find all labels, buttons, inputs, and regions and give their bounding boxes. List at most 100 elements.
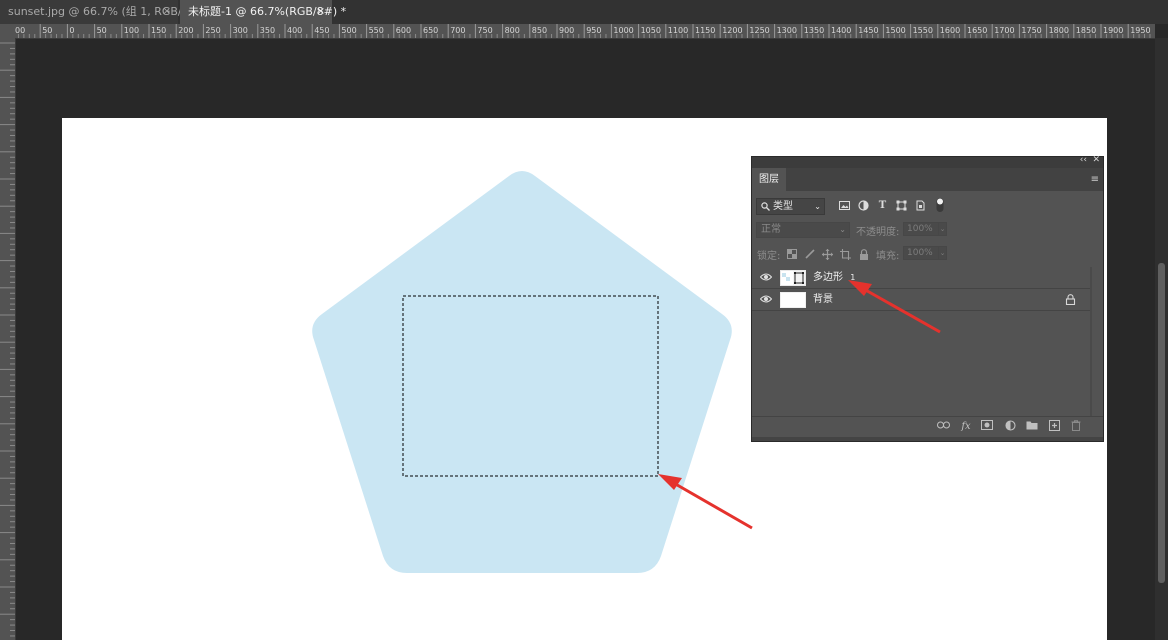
- tab-untitled-close-icon[interactable]: ×: [317, 0, 325, 24]
- ruler-tick-label: 1900: [1103, 26, 1123, 35]
- ruler-tick-label: 1150: [695, 26, 715, 35]
- layers-panel: ‹‹ ✕ 图层 ≡ 类型 ⌄ T 正常 ⌄ 不透明度: 100% ⌄ 锁定: 填…: [751, 155, 1104, 442]
- link-icon[interactable]: [936, 420, 950, 433]
- lock-position-icon[interactable]: [822, 249, 833, 260]
- opacity-dropdown-icon[interactable]: ⌄: [938, 222, 947, 236]
- layer-thumbnail-shape: [780, 270, 806, 286]
- ruler-tick-label: 1000: [613, 26, 633, 35]
- ruler-tick-label: 1050: [641, 26, 661, 35]
- lock-transparent-pixels-icon[interactable]: [786, 249, 797, 260]
- panel-titlebar[interactable]: ‹‹ ✕: [752, 155, 1103, 168]
- lock-all-icon[interactable]: [858, 249, 869, 260]
- document-tab-bar: sunset.jpg @ 66.7% (组 1, RGB/8) * × 未标题-…: [0, 0, 1168, 24]
- fx-icon[interactable]: fx: [959, 420, 973, 433]
- tab-sunset-close-icon[interactable]: ×: [163, 0, 171, 24]
- ruler-tick-label: 1300: [777, 26, 797, 35]
- fill-dropdown-icon[interactable]: ⌄: [938, 246, 947, 260]
- blend-mode-select[interactable]: 正常 ⌄: [756, 222, 850, 238]
- shape-icon[interactable]: [895, 199, 908, 212]
- opacity-field[interactable]: 100%: [903, 222, 939, 236]
- ruler-tick-label: 1350: [804, 26, 824, 35]
- smart-object-icon[interactable]: [914, 199, 927, 212]
- ruler-tick-label: 0: [69, 26, 74, 35]
- new-layer-icon[interactable]: [1047, 420, 1061, 433]
- layer-row-polygon[interactable]: 多边形 1: [752, 267, 1090, 289]
- vertical-ruler-ticks: [0, 42, 15, 637]
- layer-name-polygon[interactable]: 多边形 1: [813, 267, 855, 289]
- ruler-tick-label: 650: [423, 26, 438, 35]
- ruler-tick-label: 1450: [858, 26, 878, 35]
- panel-close-icon[interactable]: ✕: [1092, 155, 1100, 165]
- vertical-scrollbar-thumb[interactable]: [1158, 263, 1165, 583]
- opacity-label: 不透明度:: [856, 227, 900, 238]
- eye-icon[interactable]: [760, 272, 772, 282]
- ruler-tick-label: 150: [151, 26, 166, 35]
- ruler-tick-label: 1550: [913, 26, 933, 35]
- ruler-tick-label: 1650: [967, 26, 987, 35]
- folder-icon[interactable]: [1025, 420, 1039, 433]
- search-icon: [761, 202, 770, 211]
- ruler-tick-label: 1850: [1076, 26, 1096, 35]
- ruler-tick-label: 1800: [1049, 26, 1069, 35]
- layer-filter-select[interactable]: 类型 ⌄: [756, 198, 825, 215]
- layers-bottom-toolbar: fx: [752, 416, 1103, 437]
- ruler-tick-label: 500: [341, 26, 356, 35]
- ruler-tick-label: 1500: [885, 26, 905, 35]
- chevron-down-icon: ⌄: [839, 225, 846, 234]
- ruler-tick-label: 00: [15, 26, 25, 35]
- lock-image-pixels-icon[interactable]: [804, 249, 815, 260]
- layers-scrollbar[interactable]: [1090, 267, 1092, 417]
- trash-icon[interactable]: [1069, 420, 1083, 433]
- vertical-scrollbar[interactable]: [1155, 38, 1168, 640]
- pentagon-shape[interactable]: [312, 171, 732, 573]
- lock-icon[interactable]: [1065, 294, 1076, 305]
- ruler-tick-label: 900: [559, 26, 574, 35]
- horizontal-ruler[interactable]: 00 50 0 50 100 150 200 250 300 350 400 450 500 550 600…: [0, 24, 1155, 39]
- ruler-tick-label: 450: [314, 26, 329, 35]
- fill-label: 填充:: [876, 251, 900, 262]
- tab-layers[interactable]: 图层: [752, 168, 786, 191]
- ruler-tick-label: 1400: [831, 26, 851, 35]
- panel-footer: [752, 437, 1103, 441]
- blend-mode-value: 正常: [761, 224, 781, 235]
- ruler-tick-label: 700: [450, 26, 465, 35]
- ruler-tick-label: 350: [260, 26, 275, 35]
- panel-menu-icon[interactable]: ≡: [1091, 174, 1099, 185]
- ruler-tick-label: 400: [287, 26, 302, 35]
- type-icon[interactable]: T: [876, 199, 889, 212]
- panel-tab-row: 图层 ≡: [752, 168, 1103, 191]
- adjustment-layer-icon[interactable]: [1003, 420, 1017, 433]
- ruler-tick-label: 1100: [668, 26, 688, 35]
- layer-filter-label: 类型: [773, 201, 793, 212]
- image-icon[interactable]: [838, 199, 851, 212]
- ruler-tick-label: 600: [396, 26, 411, 35]
- tab-sunset-label: sunset.jpg @ 66.7% (组 1, RGB/8) *: [8, 5, 202, 18]
- panel-collapse-icon[interactable]: ‹‹: [1080, 155, 1087, 165]
- vertical-ruler[interactable]: [0, 38, 16, 640]
- mask-icon[interactable]: [980, 420, 994, 433]
- layer-thumbnail-background: [780, 292, 806, 308]
- lock-label: 锁定:: [757, 251, 781, 262]
- ruler-tick-label: 300: [233, 26, 248, 35]
- lock-artboard-icon[interactable]: [840, 249, 851, 260]
- layer-name-polygon-text: 多边形: [813, 272, 843, 283]
- tab-sunset[interactable]: sunset.jpg @ 66.7% (组 1, RGB/8) * ×: [0, 0, 202, 24]
- fill-field[interactable]: 100%: [903, 246, 939, 260]
- ruler-tick-label: 1950: [1130, 26, 1150, 35]
- ruler-tick-label: 1750: [1021, 26, 1041, 35]
- ruler-tick-label: 850: [532, 26, 547, 35]
- ruler-tick-label: 200: [178, 26, 193, 35]
- ruler-tick-label: 550: [369, 26, 384, 35]
- eye-icon[interactable]: [760, 294, 772, 304]
- ruler-tick-label: 100: [124, 26, 139, 35]
- horizontal-ruler-ticks: 00 50 0 50 100 150 200 250 300 350 400 450 500 550 600…: [12, 24, 1151, 38]
- layer-row-background[interactable]: 背景: [752, 289, 1090, 311]
- chevron-down-icon: ⌄: [814, 202, 821, 211]
- ruler-corner[interactable]: [0, 24, 15, 38]
- ruler-tick-label: 50: [97, 26, 107, 35]
- ruler-tick-label: 750: [477, 26, 492, 35]
- toggle-icon[interactable]: [935, 198, 945, 212]
- adjustment-icon[interactable]: [857, 199, 870, 212]
- layer-name-background[interactable]: 背景: [813, 289, 833, 311]
- tab-untitled[interactable]: 未标题-1 @ 66.7%(RGB/8#) * ×: [180, 0, 346, 24]
